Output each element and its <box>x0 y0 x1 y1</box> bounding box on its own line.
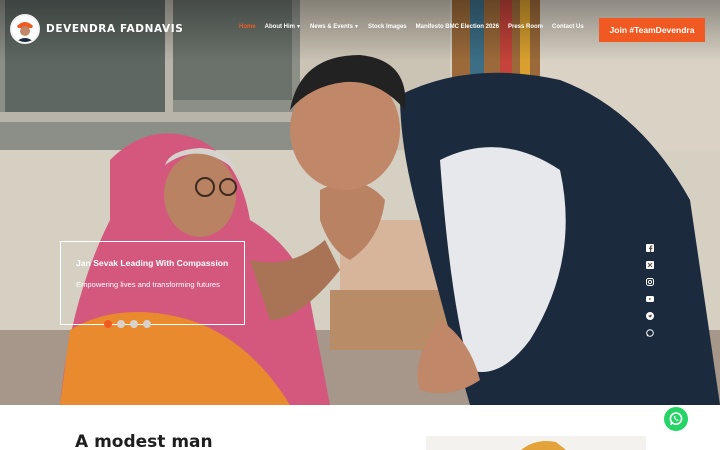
whatsapp-icon <box>669 412 683 426</box>
logo[interactable]: DEVENDRA FADNAVIS <box>10 14 183 44</box>
page: DEVENDRA FADNAVIS Home About Him ▼ News &… <box>0 0 720 450</box>
nav-label: About Him <box>264 24 295 30</box>
nav-label: Manifesto BMC Election 2026 <box>415 24 499 30</box>
nav-label: Home <box>239 24 256 30</box>
chevron-down-icon: ▼ <box>296 24 301 30</box>
section-title: A modest man <box>75 432 213 450</box>
youtube-icon[interactable] <box>646 295 654 303</box>
nav-item-stock-images[interactable]: Stock Images <box>368 24 407 30</box>
nav-item-news-events[interactable]: News & Events ▼ <box>310 24 359 30</box>
nav-item-manifesto[interactable]: Manifesto BMC Election 2026 <box>416 24 499 30</box>
instagram-icon[interactable] <box>646 278 654 286</box>
social-links <box>645 244 655 337</box>
whatsapp-small-icon[interactable] <box>646 329 654 337</box>
logo-portrait-icon <box>10 14 40 44</box>
nav-item-home[interactable]: Home <box>239 24 256 30</box>
nav-label: News & Events <box>309 24 353 30</box>
nav-item-about-him[interactable]: About Him ▼ <box>265 24 301 30</box>
main-nav: Home About Him ▼ News & Events ▼ Stock Ima… <box>239 24 584 30</box>
slide-subtitle: Empowering lives and transforming future… <box>76 280 220 289</box>
facebook-icon[interactable] <box>646 244 654 252</box>
slider-dots <box>104 320 151 328</box>
nav-item-contact-us[interactable]: Contact Us <box>552 24 584 30</box>
slider-dot-4[interactable] <box>143 320 151 328</box>
slider-dot-3[interactable] <box>130 320 138 328</box>
x-icon[interactable] <box>646 261 654 269</box>
nav-label: Contact Us <box>552 24 584 30</box>
site-header: DEVENDRA FADNAVIS Home About Him ▼ News &… <box>0 12 720 48</box>
chevron-down-icon: ▼ <box>353 24 359 30</box>
section-image <box>426 436 646 450</box>
nav-item-press-room[interactable]: Press Room <box>508 24 543 30</box>
join-team-button[interactable]: Join #TeamDevendra <box>599 18 705 42</box>
slider-dot-2[interactable] <box>117 320 125 328</box>
brand-name: DEVENDRA FADNAVIS <box>46 23 184 35</box>
slide-caption-box: Jan Sevak Leading With Compassion Empowe… <box>60 241 245 325</box>
nav-label: Stock Images <box>367 24 407 30</box>
hero-slider: DEVENDRA FADNAVIS Home About Him ▼ News &… <box>0 0 720 405</box>
slide-title: Jan Sevak Leading With Compassion <box>76 258 229 268</box>
whatsapp-float-button[interactable] <box>664 407 688 431</box>
telegram-icon[interactable] <box>646 312 654 320</box>
slider-dot-1[interactable] <box>104 320 112 328</box>
nav-label: Press Room <box>507 24 543 30</box>
